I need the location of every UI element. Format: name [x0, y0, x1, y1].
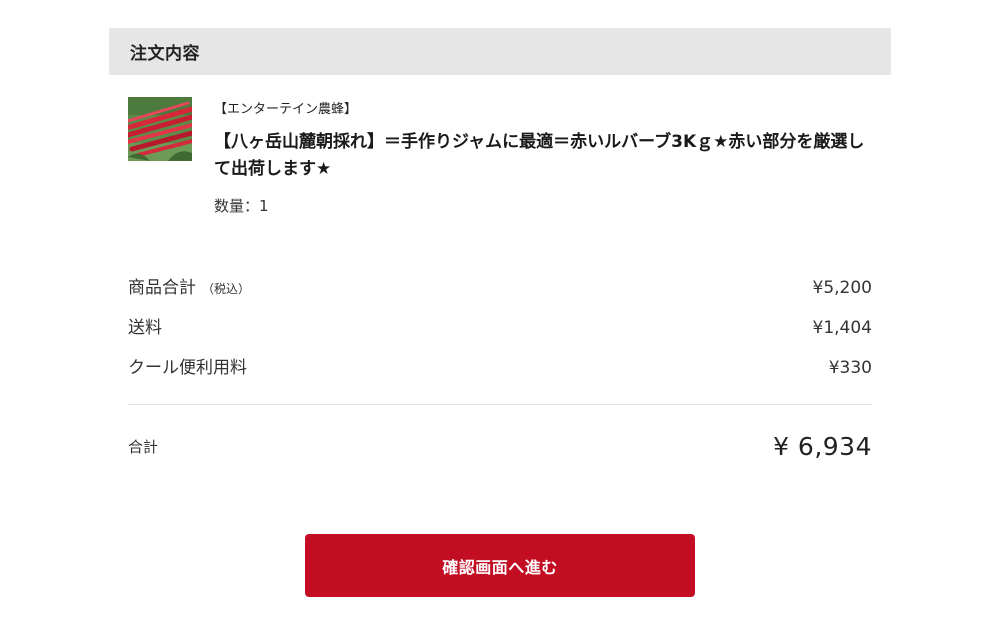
tax-included-note: （税込）: [202, 282, 251, 296]
total-row: 合計 ¥ 6,934: [128, 432, 872, 461]
cool-delivery-fee-label: クール便利用料: [128, 358, 247, 378]
subtotal-label: 商品合計: [128, 278, 196, 298]
total-value: ¥ 6,934: [773, 432, 872, 461]
summary-divider: [128, 404, 872, 405]
total-label: 合計: [128, 438, 159, 456]
cool-delivery-fee-row: クール便利用料 ¥330: [128, 353, 872, 378]
subtotal-row: 商品合計 （税込） ¥5,200: [128, 273, 872, 298]
section-title: 注文内容: [130, 44, 200, 64]
product-image[interactable]: [128, 97, 192, 161]
subtotal-label-group: 商品合計 （税込）: [128, 273, 250, 298]
rhubarb-product-photo: [128, 97, 192, 161]
shipping-row: 送料 ¥1,404: [128, 313, 872, 338]
proceed-to-confirmation-button[interactable]: 確認画面へ進む: [305, 534, 695, 597]
cool-delivery-fee-value: ¥330: [828, 358, 872, 378]
shipping-value: ¥1,404: [812, 318, 872, 338]
shipping-label: 送料: [128, 318, 162, 338]
subtotal-value: ¥5,200: [812, 278, 872, 298]
shop-name[interactable]: 【エンターテイン農蜂】: [214, 98, 357, 117]
quantity-label: 数量：1: [214, 197, 269, 215]
product-title[interactable]: 【八ヶ岳山麓朝採れ】＝手作りジャムに最適＝赤いルバーブ3Kｇ★赤い部分を厳選して…: [214, 129, 874, 183]
order-contents-header: 注文内容: [109, 28, 891, 75]
